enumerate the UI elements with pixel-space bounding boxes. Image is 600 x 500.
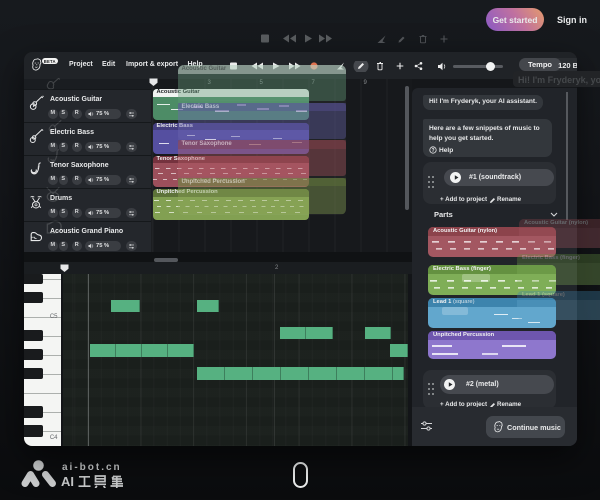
svg-text:?: ? [431,148,434,154]
